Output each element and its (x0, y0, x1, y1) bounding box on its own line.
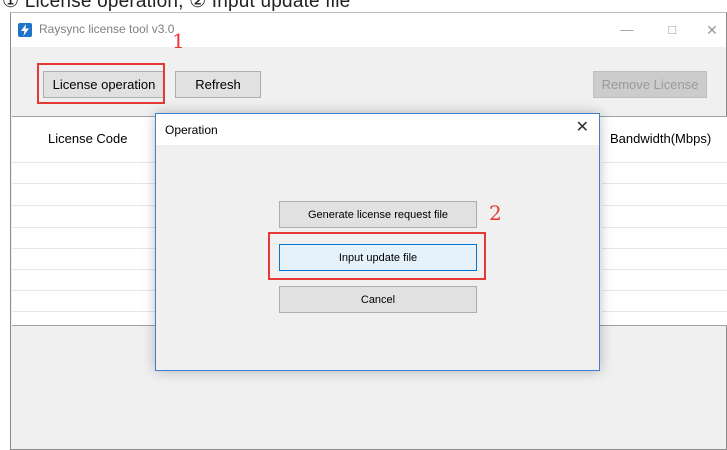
annotation-number-step1: 1 (172, 29, 185, 53)
lightning-bolt-icon (18, 23, 32, 37)
window-title: Raysync license tool v3.0 (39, 22, 175, 36)
dialog-close-icon[interactable]: ✕ (576, 120, 589, 136)
annotation-box-step1 (37, 63, 165, 104)
table-row (12, 311, 157, 312)
table-row (12, 290, 157, 291)
annotation-box-step2 (268, 232, 486, 280)
table-row (12, 269, 157, 270)
table-row (602, 269, 727, 270)
close-window-button[interactable]: ✕ (697, 17, 727, 43)
generate-license-request-button[interactable]: Generate license request file (279, 201, 477, 228)
cropped-header-text: ① License operation, ② Input update file (2, 0, 351, 12)
column-header-license-code: License Code (48, 131, 128, 146)
table-row (12, 183, 157, 184)
table-row (602, 248, 727, 249)
table-row (12, 248, 157, 249)
table-row (602, 205, 727, 206)
table-row (602, 162, 727, 163)
annotation-number-step2: 2 (489, 201, 502, 225)
table-row (12, 205, 157, 206)
table-row (12, 227, 157, 228)
table-row (12, 162, 157, 163)
table-row (602, 290, 727, 291)
minimize-button[interactable]: — (612, 17, 642, 43)
remove-license-button[interactable]: Remove License (593, 71, 707, 98)
cropped-header-strip: ① License operation, ② Input update file (0, 0, 727, 12)
table-row (602, 311, 727, 312)
refresh-button[interactable]: Refresh (175, 71, 261, 98)
title-bar: Raysync license tool v3.0 — □ ✕ (11, 13, 726, 47)
cancel-button[interactable]: Cancel (279, 286, 477, 313)
column-header-bandwidth: Bandwidth(Mbps) (610, 131, 712, 146)
maximize-button[interactable]: □ (657, 17, 687, 43)
dialog-title-bar: Operation ✕ (156, 114, 599, 145)
table-row (602, 183, 727, 184)
dialog-title: Operation (165, 123, 218, 137)
table-row (602, 227, 727, 228)
